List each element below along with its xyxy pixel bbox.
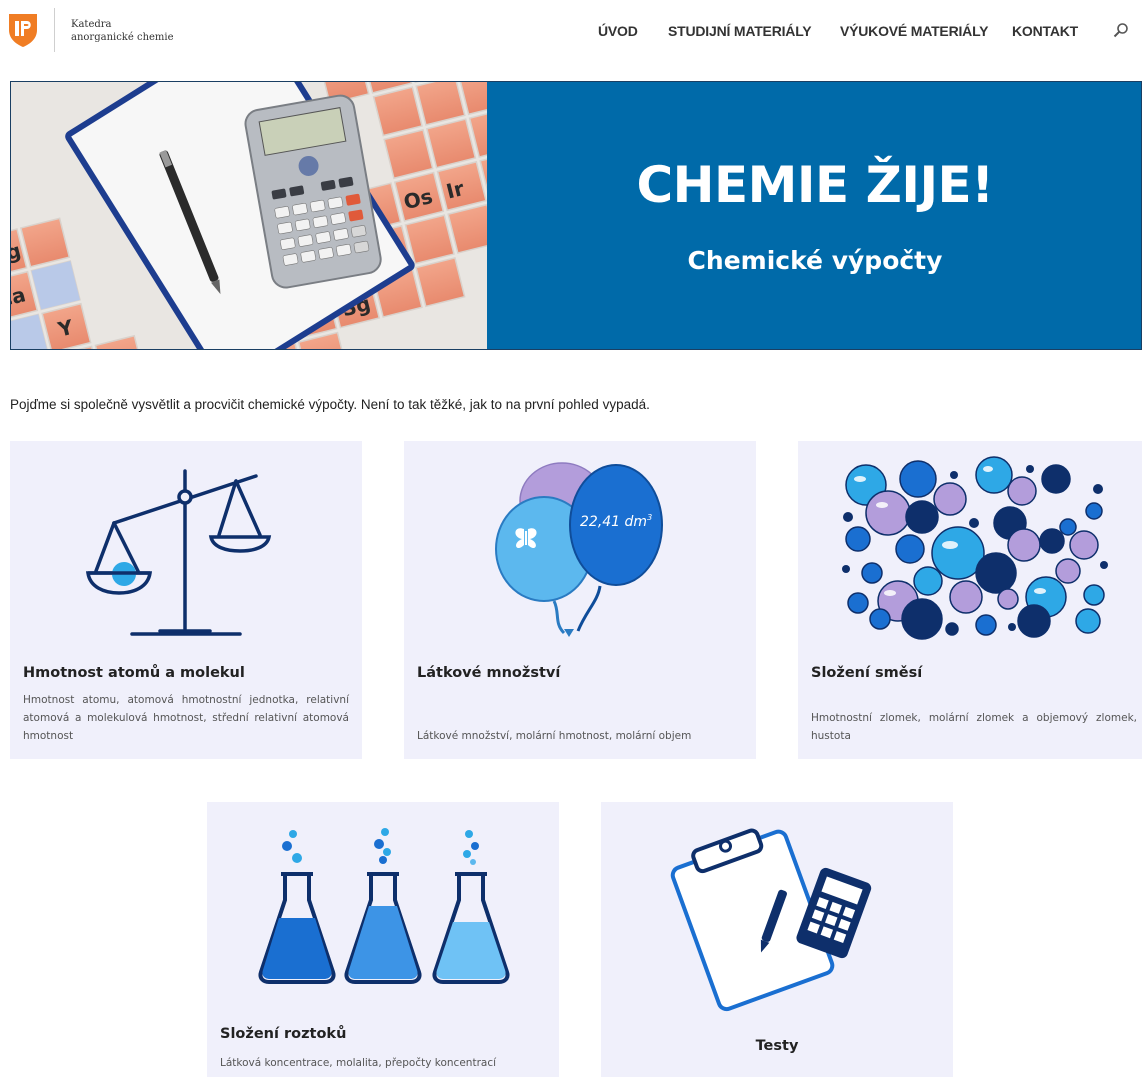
department-line2: anorganické chemie [71, 32, 174, 43]
nav-item-studijni-materialy[interactable]: STUDIJNÍ MATERIÁLY [668, 23, 812, 39]
balloons-icon: 22,41 dm3 [495, 462, 663, 637]
balloon-label-superscript: 3 [647, 513, 652, 522]
department-name[interactable]: Katedra anorganické chemie [71, 18, 174, 44]
card-description: Látkové množství, molární hmotnost, molá… [417, 730, 692, 742]
card-title: Hmotnost atomů a molekul [23, 665, 245, 681]
search-icon[interactable] [1113, 22, 1129, 38]
card-slozeni-roztoku[interactable]: Složení roztoků Látková koncentrace, mol… [207, 802, 559, 1077]
nav-item-kontakt[interactable]: KONTAKT [1012, 23, 1078, 39]
hero-subtitle: Chemické výpočty [687, 246, 943, 275]
site-header: Katedra anorganické chemie ÚVOD STUDIJNÍ… [0, 0, 1142, 66]
flasks-icon [258, 828, 510, 984]
department-line1: Katedra [71, 19, 112, 30]
hero-title: CHEMIE ŽIJE! [636, 156, 994, 214]
card-description: Hmotnost atomu, atomová hmotnostní jedno… [23, 694, 349, 742]
card-testy[interactable]: Testy [601, 802, 953, 1077]
intro-text: Pojďme si společně vysvětlit a procvičit… [10, 397, 650, 412]
balance-scale-icon [85, 469, 272, 636]
logo-divider [54, 8, 55, 52]
card-title: Složení roztoků [220, 1026, 347, 1042]
card-hmotnost-atomu[interactable]: Hmotnost atomů a molekul Hmotnost atomu,… [10, 441, 362, 759]
card-title: Testy [755, 1038, 799, 1054]
bubbles-icon [842, 456, 1108, 640]
card-title: Látkové množství [417, 665, 561, 681]
hero-banner: Co Ni Cu Rh Pd Mg Ca Y Sr Os Ir Bh Sg La [10, 81, 1142, 350]
card-description: Látková koncentrace, molalita, přepočty … [220, 1057, 497, 1069]
card-description: Hmotnostní zlomek, molární zlomek a obje… [811, 712, 1137, 742]
nav-item-uvod[interactable]: ÚVOD [598, 23, 638, 39]
card-latkove-mnozstvi[interactable]: 22,41 dm3 Látkové množství Látkové množs… [404, 441, 756, 759]
hero-photo-calculator-periodic-table: Co Ni Cu Rh Pd Mg Ca Y Sr Os Ir Bh Sg La [11, 82, 487, 349]
card-title: Složení směsí [811, 665, 923, 681]
card-slozeni-smesi[interactable]: Složení směsí Hmotnostní zlomek, molární… [798, 441, 1142, 759]
balloon-label: 22,41 dm [580, 514, 647, 530]
clipboard-calculator-icon [670, 828, 872, 1012]
university-logo-icon[interactable] [8, 12, 38, 48]
nav-item-vyukove-materialy[interactable]: VÝUKOVÉ MATERIÁLY [840, 23, 988, 39]
svg-text:22,41 dm3: 22,41 dm3 [580, 513, 652, 530]
